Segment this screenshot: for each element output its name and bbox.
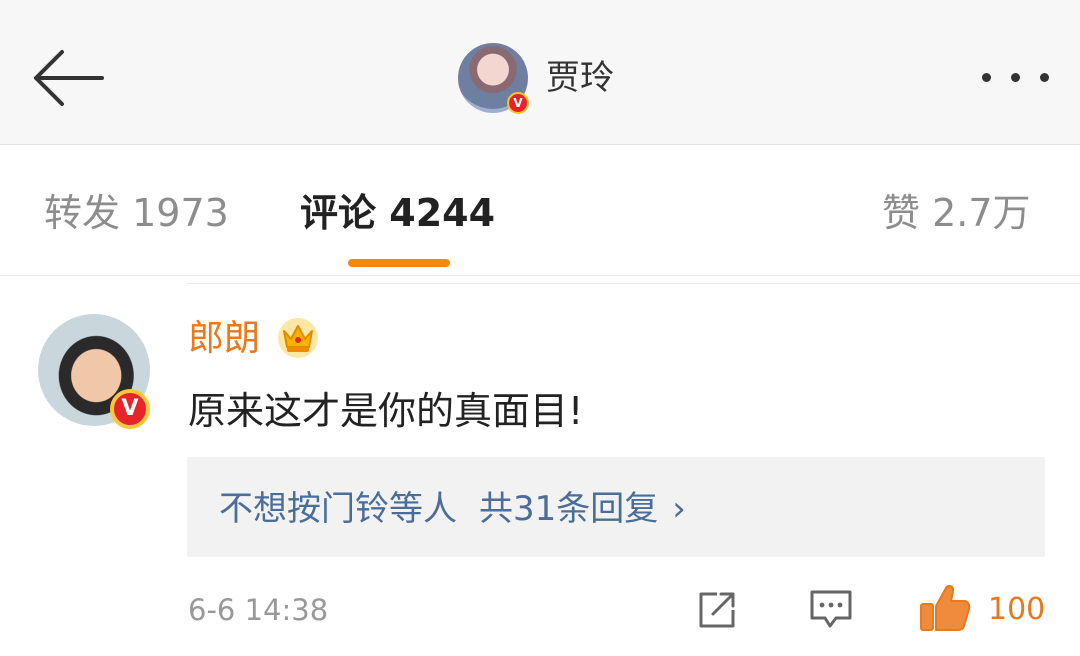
reply-count-link[interactable]: 共31条回复 xyxy=(479,489,658,529)
tab-repost-label: 转发 xyxy=(44,191,121,235)
ellipsis-icon xyxy=(982,73,991,82)
top-navigation-bar: V 贾玲 xyxy=(0,0,1080,145)
comment-icon[interactable] xyxy=(808,588,854,632)
tab-comment-count: 4244 xyxy=(389,191,496,235)
reply-preview[interactable]: 不想按门铃等人 共31条回复 › xyxy=(187,457,1045,557)
tab-comment-label: 评论 xyxy=(300,191,377,235)
tab-like-label: 赞 xyxy=(882,191,921,235)
reply-author[interactable]: 不想按门铃等人 xyxy=(219,489,457,529)
active-tab-indicator xyxy=(348,259,450,267)
back-button[interactable] xyxy=(28,46,108,110)
tab-like-count: 2.7万 xyxy=(932,191,1031,235)
tab-comment[interactable]: 评论 4244 xyxy=(300,189,495,237)
chevron-right-icon: › xyxy=(672,489,686,529)
tab-repost[interactable]: 转发 1973 xyxy=(44,189,229,237)
thumbs-up-icon[interactable] xyxy=(918,582,972,634)
like-count: 100 xyxy=(988,592,1046,627)
tab-bar: 转发 1973 评论 4244 赞 2.7万 xyxy=(0,145,1080,276)
verified-badge-icon: V xyxy=(110,389,150,429)
comment-text: 原来这才是你的真面目! xyxy=(188,389,584,433)
verified-badge-icon: V xyxy=(507,92,529,114)
more-options-button[interactable] xyxy=(976,60,1056,96)
commenter-name[interactable]: 郎朗 xyxy=(188,316,260,362)
author-name[interactable]: 贾玲 xyxy=(546,56,614,100)
share-icon[interactable] xyxy=(695,588,739,632)
crown-icon[interactable] xyxy=(275,314,321,360)
arrow-left-icon xyxy=(34,50,104,106)
tab-repost-count: 1973 xyxy=(132,191,229,235)
tab-like[interactable]: 赞 2.7万 xyxy=(882,189,1031,237)
divider xyxy=(186,283,1080,284)
comment-timestamp: 6-6 14:38 xyxy=(188,593,329,627)
